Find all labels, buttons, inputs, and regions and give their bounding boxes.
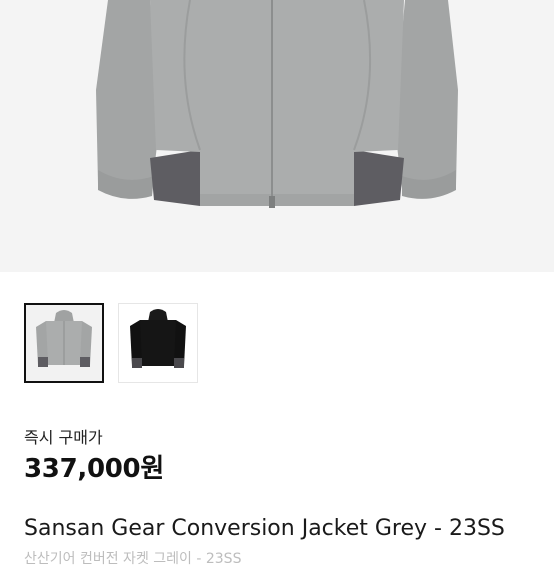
product-title: Sansan Gear Conversion Jacket Grey - 23S…	[24, 516, 505, 541]
grey-jacket-thumbnail-image	[26, 305, 102, 381]
thumbnail-black-jacket[interactable]	[118, 303, 198, 383]
product-subtitle: 산산기어 컨버전 자켓 그레이 - 23SS	[24, 551, 242, 567]
thumbnail-strip	[24, 303, 198, 383]
thumbnail-grey-jacket[interactable]	[24, 303, 104, 383]
product-hero-image[interactable]	[0, 0, 554, 272]
price-label: 즉시 구매가	[24, 428, 103, 447]
grey-jacket-image	[96, 0, 458, 208]
price-value: 337,000원	[24, 454, 164, 484]
black-jacket-thumbnail-image	[119, 304, 197, 382]
